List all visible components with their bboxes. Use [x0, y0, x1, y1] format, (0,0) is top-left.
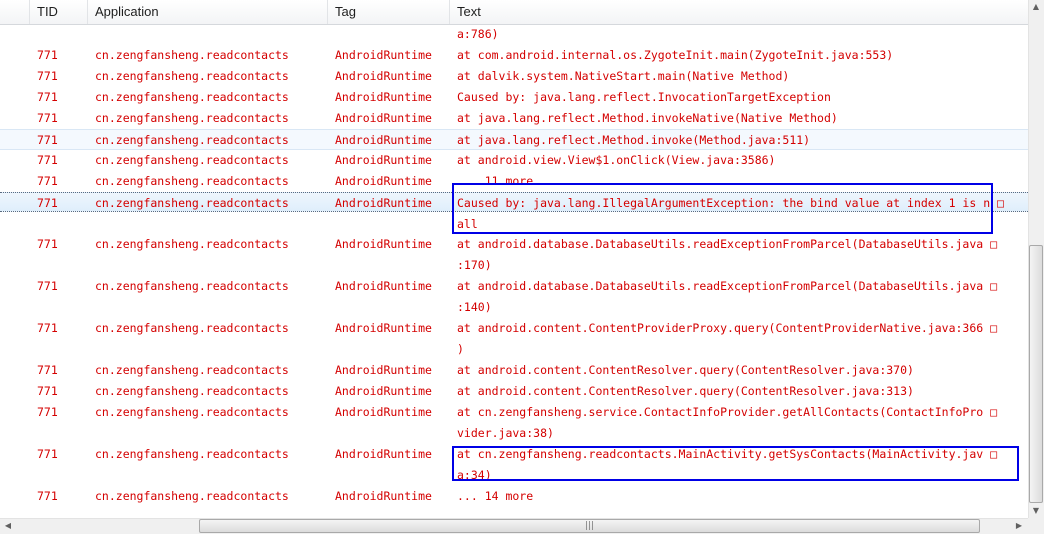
column-header-tid[interactable]: TID	[30, 0, 88, 24]
row-application: cn.zengfansheng.readcontacts	[95, 196, 289, 210]
row-application: cn.zengfansheng.readcontacts	[95, 153, 289, 167]
scroll-up-arrow-icon[interactable]: ▲	[1028, 2, 1044, 11]
row-application: cn.zengfansheng.readcontacts	[95, 321, 289, 335]
row-application: cn.zengfansheng.readcontacts	[95, 48, 289, 62]
horizontal-scroll-thumb[interactable]: |||	[199, 519, 980, 533]
row-application: cn.zengfansheng.readcontacts	[95, 363, 289, 377]
vertical-scroll-thumb[interactable]	[1029, 245, 1043, 503]
table-row[interactable]: 771 cn.zengfansheng.readcontacts Android…	[0, 108, 1028, 129]
table-row[interactable]: 771 cn.zengfansheng.readcontacts Android…	[0, 45, 1028, 66]
row-tid: 771	[37, 489, 58, 503]
row-application: cn.zengfansheng.readcontacts	[95, 489, 289, 503]
row-tag: AndroidRuntime	[335, 237, 432, 251]
row-tid: 771	[37, 405, 58, 419]
column-header-text[interactable]: Text	[450, 0, 1028, 24]
row-tag: AndroidRuntime	[335, 69, 432, 83]
row-application: cn.zengfansheng.readcontacts	[95, 447, 289, 461]
row-tag: AndroidRuntime	[335, 321, 432, 335]
row-tag: AndroidRuntime	[335, 447, 432, 461]
row-application: cn.zengfansheng.readcontacts	[95, 405, 289, 419]
row-text: at android.database.DatabaseUtils.readEx…	[457, 237, 998, 272]
row-application: cn.zengfansheng.readcontacts	[95, 90, 289, 104]
row-tag: AndroidRuntime	[335, 384, 432, 398]
row-tag: AndroidRuntime	[335, 153, 432, 167]
row-tag: AndroidRuntime	[335, 48, 432, 62]
row-tag: AndroidRuntime	[335, 133, 432, 147]
row-tid: 771	[37, 363, 58, 377]
table-row[interactable]: 771 cn.zengfansheng.readcontacts Android…	[0, 402, 1028, 444]
table-row-selected[interactable]: 771 cn.zengfansheng.readcontacts Android…	[0, 192, 1028, 231]
row-tid: 771	[37, 447, 58, 461]
row-text: at android.content.ContentResolver.query…	[457, 384, 914, 398]
row-application: cn.zengfansheng.readcontacts	[95, 237, 289, 251]
log-table-header: TID Application Tag Text	[0, 0, 1028, 25]
row-text: at java.lang.reflect.Method.invokeNative…	[457, 111, 838, 125]
table-row[interactable]: 771 cn.zengfansheng.readcontacts Android…	[0, 360, 1028, 381]
row-text: at com.android.internal.os.ZygoteInit.ma…	[457, 48, 894, 62]
row-tag: AndroidRuntime	[335, 196, 432, 210]
table-row[interactable]: 771 cn.zengfansheng.readcontacts Android…	[0, 150, 1028, 171]
row-text: at dalvik.system.NativeStart.main(Native…	[457, 69, 790, 83]
row-tid: 771	[37, 384, 58, 398]
row-tag: AndroidRuntime	[335, 363, 432, 377]
table-row-hovered[interactable]: 771 cn.zengfansheng.readcontacts Android…	[0, 129, 1028, 150]
row-text: at java.lang.reflect.Method.invoke(Metho…	[457, 133, 811, 147]
row-tid: 771	[37, 48, 58, 62]
row-tid: 771	[37, 153, 58, 167]
row-application: cn.zengfansheng.readcontacts	[95, 384, 289, 398]
row-tid: 771	[37, 279, 58, 293]
scroll-left-arrow-icon[interactable]: ◀	[2, 521, 14, 530]
table-row[interactable]: 771 cn.zengfansheng.readcontacts Android…	[0, 234, 1028, 276]
row-tag: AndroidRuntime	[335, 90, 432, 104]
scrollbar-corner	[1028, 518, 1044, 534]
row-text: ... 14 more	[457, 489, 534, 503]
scroll-right-arrow-icon[interactable]: ▶	[1013, 521, 1025, 530]
row-tag: AndroidRuntime	[335, 489, 432, 503]
row-text: at android.content.ContentProviderProxy.…	[457, 321, 998, 356]
row-application: cn.zengfansheng.readcontacts	[95, 133, 289, 147]
table-row[interactable]: 771 cn.zengfansheng.readcontacts Android…	[0, 87, 1028, 108]
row-text: at cn.zengfansheng.service.ContactInfoPr…	[457, 405, 998, 440]
log-table-body: a:786) 771 cn.zengfansheng.readcontacts …	[0, 24, 1028, 518]
row-text: a:786)	[457, 27, 499, 41]
table-row[interactable]: 771 cn.zengfansheng.readcontacts Android…	[0, 276, 1028, 318]
row-tag: AndroidRuntime	[335, 405, 432, 419]
row-text: Caused by: java.lang.IllegalArgumentExce…	[457, 196, 1004, 231]
row-tid: 771	[37, 196, 58, 210]
row-text: Caused by: java.lang.reflect.InvocationT…	[457, 90, 831, 104]
row-tid: 771	[37, 237, 58, 251]
row-application: cn.zengfansheng.readcontacts	[95, 279, 289, 293]
row-application: cn.zengfansheng.readcontacts	[95, 111, 289, 125]
table-row[interactable]: a:786)	[0, 24, 1028, 45]
table-row[interactable]: 771 cn.zengfansheng.readcontacts Android…	[0, 171, 1028, 192]
row-tid: 771	[37, 321, 58, 335]
row-application: cn.zengfansheng.readcontacts	[95, 174, 289, 188]
column-header-level[interactable]	[0, 0, 30, 24]
row-tid: 771	[37, 133, 58, 147]
row-text: at android.database.DatabaseUtils.readEx…	[457, 279, 998, 314]
row-tag: AndroidRuntime	[335, 279, 432, 293]
row-application: cn.zengfansheng.readcontacts	[95, 69, 289, 83]
row-tid: 771	[37, 90, 58, 104]
row-tid: 771	[37, 69, 58, 83]
column-header-tag[interactable]: Tag	[328, 0, 450, 24]
row-tag: AndroidRuntime	[335, 111, 432, 125]
row-text: at android.view.View$1.onClick(View.java…	[457, 153, 776, 167]
row-tag: AndroidRuntime	[335, 174, 432, 188]
row-text: ... 11 more	[457, 174, 534, 188]
row-text: at cn.zengfansheng.readcontacts.MainActi…	[457, 447, 998, 482]
column-header-application[interactable]: Application	[88, 0, 328, 24]
table-row[interactable]: 771 cn.zengfansheng.readcontacts Android…	[0, 318, 1028, 360]
scroll-down-arrow-icon[interactable]: ▼	[1028, 506, 1044, 515]
table-row[interactable]: 771 cn.zengfansheng.readcontacts Android…	[0, 66, 1028, 87]
row-tid: 771	[37, 111, 58, 125]
row-text: at android.content.ContentResolver.query…	[457, 363, 914, 377]
row-tid: 771	[37, 174, 58, 188]
table-row[interactable]: 771 cn.zengfansheng.readcontacts Android…	[0, 486, 1028, 507]
table-row[interactable]: 771 cn.zengfansheng.readcontacts Android…	[0, 444, 1028, 486]
table-row[interactable]: 771 cn.zengfansheng.readcontacts Android…	[0, 381, 1028, 402]
